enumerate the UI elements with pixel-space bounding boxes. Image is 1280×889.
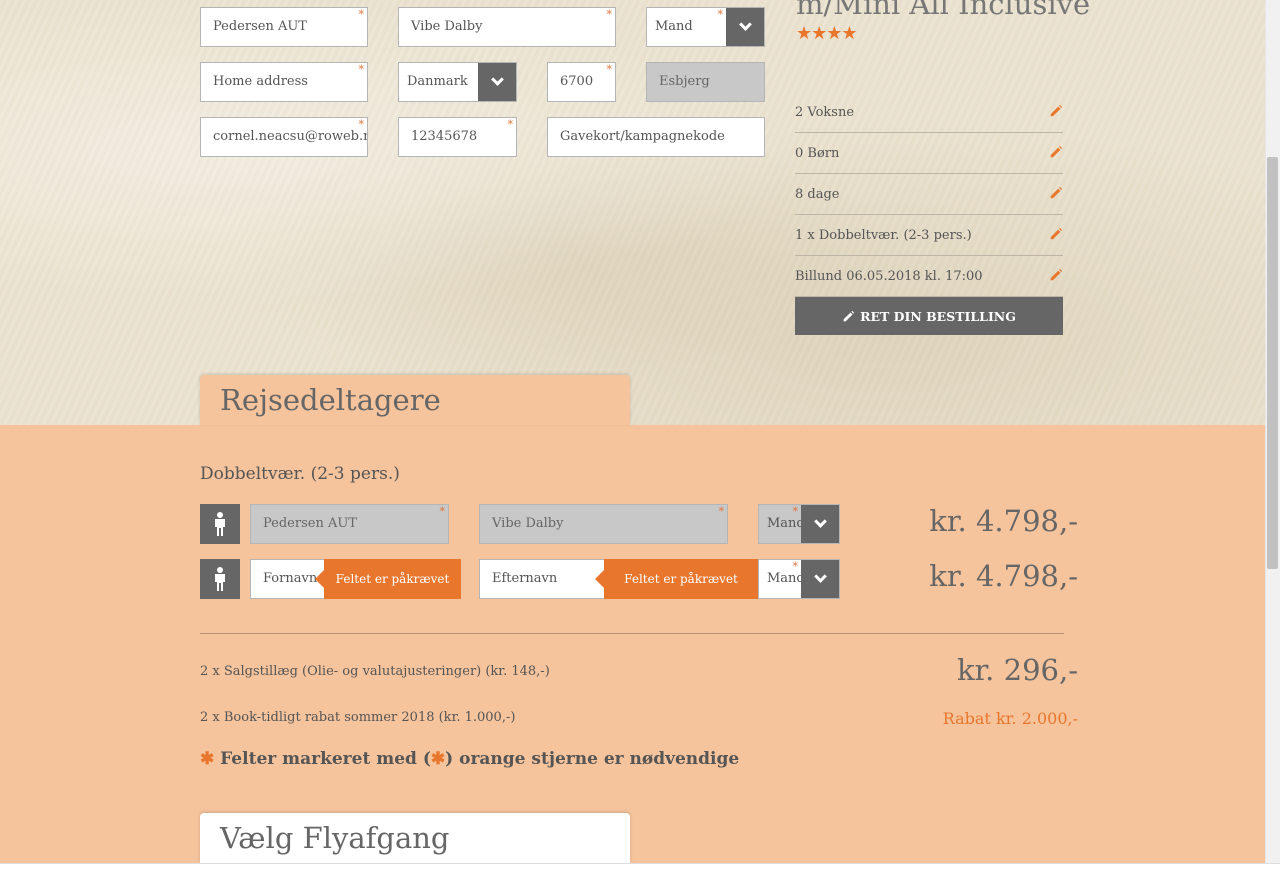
required-mark: *: [358, 8, 365, 21]
address-input[interactable]: Home address *: [200, 62, 368, 102]
required-mark: *: [606, 8, 613, 21]
travelers-section-background: [0, 425, 1265, 863]
summary-row: 2 Voksne: [795, 92, 1063, 133]
edit-booking-button[interactable]: RET DIN BESTILLING: [795, 297, 1063, 335]
discount-amount: Rabat kr. 2.000,-: [942, 709, 1078, 728]
traveler-2-gender-select[interactable]: Mand *: [758, 559, 840, 599]
person-icon: [200, 559, 240, 599]
traveler-1-gender-select[interactable]: Mand *: [758, 504, 840, 544]
city-field: Esbjerg: [646, 62, 765, 102]
hotel-title: m/Mini All Inclusive ★★★★: [796, 0, 1091, 44]
chevron-down-icon[interactable]: [478, 63, 516, 101]
email-input[interactable]: cornel.neacsu@roweb.ro *: [200, 117, 368, 157]
required-mark: *: [439, 505, 446, 518]
required-mark: *: [792, 505, 799, 518]
asterisk-icon: ✱: [200, 749, 215, 769]
traveler-1-last-name[interactable]: Vibe Dalby *: [479, 504, 728, 544]
chevron-down-icon[interactable]: [801, 560, 839, 598]
phone-input[interactable]: 12345678 *: [398, 117, 517, 157]
summary-row: 1 x Dobbeltvær. (2-3 pers.): [795, 215, 1063, 256]
fee-label: 2 x Salgstillæg (Olie- og valutajusterin…: [200, 664, 550, 679]
summary-row: Billund 06.05.2018 kl. 17:00: [795, 256, 1063, 297]
error-tooltip: Feltet er påkrævet: [315, 559, 461, 599]
tab-flight: Vælg Flyafgang: [200, 813, 630, 863]
asterisk-icon: ✱: [430, 749, 446, 769]
required-mark: *: [507, 118, 514, 131]
sand-background: [0, 0, 1265, 425]
pencil-icon[interactable]: [1049, 104, 1063, 118]
required-mark: *: [717, 8, 724, 21]
gender-select[interactable]: Mand *: [646, 7, 765, 47]
pencil-icon[interactable]: [1049, 145, 1063, 159]
pencil-icon[interactable]: [1049, 268, 1063, 282]
traveler-1-price: kr. 4.798,-: [929, 504, 1078, 538]
traveler-2-price: kr. 4.798,-: [929, 559, 1078, 593]
zip-input[interactable]: 6700 *: [547, 62, 616, 102]
star-rating: ★★★★: [796, 23, 858, 44]
person-icon: [200, 504, 240, 544]
traveler-1-first-name[interactable]: Pedersen AUT *: [250, 504, 449, 544]
required-mark: *: [606, 63, 613, 76]
chevron-down-icon[interactable]: [801, 505, 839, 543]
giftcard-input[interactable]: Gavekort/kampagnekode: [547, 117, 765, 157]
required-mark: *: [792, 560, 799, 573]
chevron-down-icon[interactable]: [726, 8, 764, 46]
summary-row: 0 Børn: [795, 133, 1063, 174]
window-bottom-bar: [0, 863, 1280, 889]
fee-amount: kr. 296,-: [956, 653, 1078, 687]
required-mark: *: [718, 505, 725, 518]
scrollbar-thumb[interactable]: [1267, 157, 1278, 569]
last-name-input[interactable]: Vibe Dalby *: [398, 7, 616, 47]
required-mark: *: [358, 118, 365, 131]
pencil-icon[interactable]: [1049, 227, 1063, 241]
summary-row: 8 dage: [795, 174, 1063, 215]
divider: [200, 633, 1064, 634]
pencil-icon[interactable]: [1049, 186, 1063, 200]
discount-label: 2 x Book-tidligt rabat sommer 2018 (kr. …: [200, 710, 516, 725]
tab-travelers: Rejsedeltagere: [200, 375, 630, 425]
error-tooltip: Feltet er påkrævet: [595, 559, 758, 599]
first-name-input[interactable]: Pedersen AUT *: [200, 7, 368, 47]
pencil-icon: [843, 310, 855, 321]
required-mark: *: [358, 63, 365, 76]
room-title: Dobbeltvær. (2-3 pers.): [200, 464, 400, 484]
required-fields-note: ✱ Felter markeret med (✱) orange stjerne…: [200, 749, 740, 769]
country-select[interactable]: Danmark: [398, 62, 517, 102]
